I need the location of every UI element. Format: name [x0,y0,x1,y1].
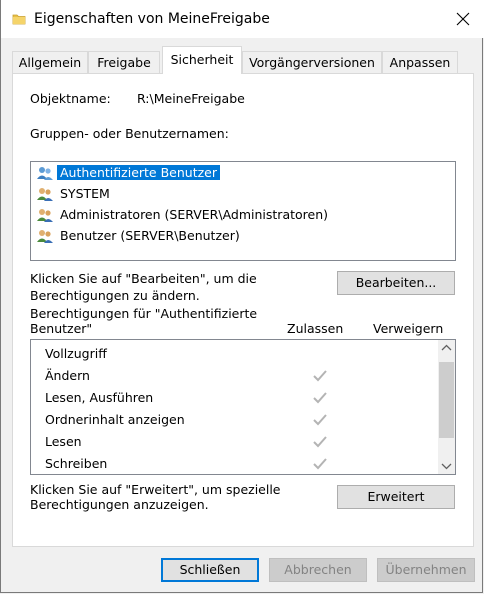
user-name: Benutzer (SERVER\Benutzer) [60,228,240,243]
folder-icon [12,14,26,25]
groups-label: Gruppen- oder Benutzernamen: [30,126,229,141]
tab-anpassen[interactable]: Anpassen [382,51,458,73]
edit-hint-line1: Klicken Sie auf "Bearbeiten", um die [30,271,257,286]
apply-button[interactable]: Übernehmen [377,558,475,582]
list-item[interactable]: Authentifizierte Benutzer [33,163,455,183]
permissions-header-line2: Benutzer" [30,321,93,336]
permission-name: Lesen [45,434,82,449]
cancel-button[interactable]: Abbrechen [269,558,367,582]
object-name-label: Objektname: [30,91,111,106]
scroll-up-icon[interactable] [438,340,455,357]
table-row: Lesen [31,431,436,453]
table-row: Schreiben [31,453,436,474]
user-name: SYSTEM [60,186,110,201]
check-icon [313,414,327,426]
advanced-hint-line1: Klicken Sie auf "Erweitert", um speziell… [30,482,281,497]
close-icon [456,12,470,26]
close-window-button[interactable] [441,0,484,38]
allow-column-header: Zulassen [287,321,344,336]
object-name-value: R:\MeineFreigabe [137,91,245,106]
permission-name: Vollzugriff [45,346,107,361]
user-group-icon [37,167,53,180]
tab-strip: Allgemein Freigabe Sicherheit Vorgängerv… [12,46,474,74]
permission-name: Ordnerinhalt anzeigen [45,412,185,427]
check-icon [313,436,327,448]
table-row: Ordnerinhalt anzeigen [31,409,436,431]
table-row: Vollzugriff [31,343,436,365]
scrollbar-thumb[interactable] [439,362,454,438]
table-row: Ändern [31,365,436,387]
tab-freigabe[interactable]: Freigabe [88,51,160,73]
check-icon [313,392,327,404]
groups-listbox[interactable]: Authentifizierte Benutzer SYSTEM Adminis… [30,161,456,261]
permission-name: Lesen, Ausführen [45,390,154,405]
check-icon [313,370,327,382]
user-group-icon [37,209,53,222]
user-group-icon [37,188,53,201]
advanced-button[interactable]: Erweitert [337,485,455,509]
tab-vorgaengerversionen[interactable]: Vorgängerversionen [242,51,382,73]
deny-column-header: Verweigern [373,321,444,336]
list-item[interactable]: Benutzer (SERVER\Benutzer) [33,226,455,246]
close-button[interactable]: Schließen [161,558,259,582]
permissions-list[interactable]: Vollzugriff Ändern Lesen, Ausführen Ordn… [30,339,456,475]
edit-hint-line2: Berechtigungen zu ändern. [30,288,200,303]
list-item[interactable]: Administratoren (SERVER\Administratoren) [33,205,455,225]
list-item[interactable]: SYSTEM [33,184,455,204]
properties-window: Eigenschaften von MeineFreigabe Allgemei… [0,0,484,593]
permission-name: Ändern [45,368,90,383]
tab-allgemein[interactable]: Allgemein [12,51,88,73]
table-row: Lesen, Ausführen [31,387,436,409]
scroll-down-icon[interactable] [438,457,455,474]
window-title: Eigenschaften von MeineFreigabe [34,11,270,27]
vertical-scrollbar[interactable] [438,340,455,474]
title-bar: Eigenschaften von MeineFreigabe [1,0,484,38]
advanced-hint-line2: Berechtigungen anzuzeigen. [30,497,209,512]
permission-name: Schreiben [45,456,108,471]
tab-sicherheit[interactable]: Sicherheit [162,46,242,74]
user-name: Administratoren (SERVER\Administratoren) [60,207,329,222]
permissions-header-line1: Berechtigungen für "Authentifizierte [30,306,258,321]
user-group-icon [37,230,53,243]
user-name: Authentifizierte Benutzer [57,165,220,180]
check-icon [313,458,327,470]
edit-button[interactable]: Bearbeiten... [337,271,455,295]
